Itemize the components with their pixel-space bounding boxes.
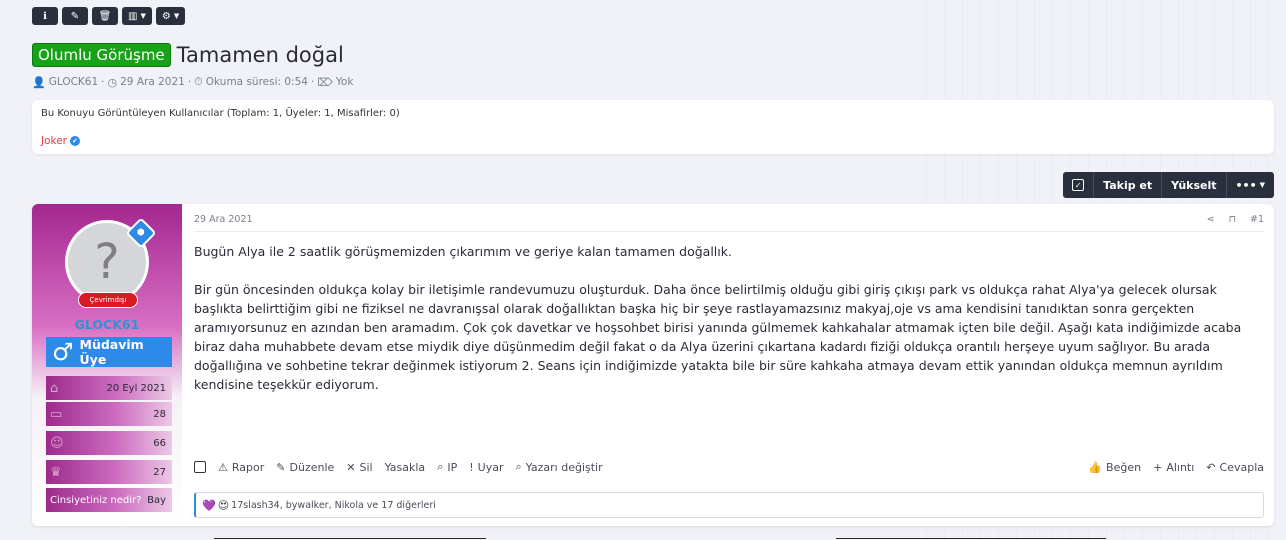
post-date[interactable]: 29 Ara 2021 bbox=[194, 214, 253, 231]
divider bbox=[836, 538, 1106, 539]
edit-button[interactable]: ✎ bbox=[62, 7, 88, 25]
select-checkbox[interactable] bbox=[194, 461, 206, 473]
reactions-bar[interactable]: 💜 😍 17slash34, bywalker, Nikola ve 17 di… bbox=[194, 492, 1264, 518]
stat-points: ♛ 27 bbox=[46, 460, 172, 484]
settings-button[interactable]: ⚙ ▼ bbox=[155, 7, 186, 25]
reply-icon: ↶ bbox=[1206, 460, 1216, 474]
viewers-title: Bu Konuyu Görüntüleyen Kullanıcılar (Top… bbox=[41, 108, 400, 119]
user-rank: Müdavim Üye bbox=[79, 337, 144, 367]
post: ? ⬢ Çevrimdışı GLOCK61 ♂ Müdavim Üye ⌂ 2… bbox=[32, 204, 1274, 526]
bump-button[interactable]: Yükselt bbox=[1162, 172, 1227, 198]
bookmark-icon[interactable]: ⊓ bbox=[1229, 214, 1236, 231]
checkbox-icon: ✓ bbox=[1072, 179, 1085, 191]
pencil-icon: ✎ bbox=[276, 460, 286, 474]
like-button[interactable]: 👍 Beğen bbox=[1088, 461, 1141, 474]
viewer-user[interactable]: Joker ✔ bbox=[41, 135, 1265, 147]
stat-messages: ▭ 28 bbox=[46, 402, 172, 426]
home-icon: ⌂ bbox=[50, 380, 59, 396]
post-paragraph: Bir gün öncesinden oldukça kolay bir ile… bbox=[194, 282, 1242, 392]
quote-button[interactable]: + Alıntı bbox=[1153, 461, 1194, 474]
post-number[interactable]: #1 bbox=[1250, 214, 1264, 231]
close-icon: ✕ bbox=[346, 460, 356, 474]
info-icon: ℹ bbox=[43, 10, 47, 22]
viewer-username[interactable]: Joker bbox=[41, 135, 67, 147]
status-badge: Çevrimdışı bbox=[78, 292, 138, 308]
post-content: 29 Ara 2021 ⋖ ⊓ #1 Bugün Alya ile 2 saat… bbox=[194, 204, 1264, 526]
thread-prefix-badge[interactable]: Olumlu Görüşme bbox=[32, 43, 171, 67]
verified-icon: ✔ bbox=[70, 136, 81, 146]
message-icon: ▭ bbox=[50, 406, 63, 422]
post-body: Bugün Alya ile 2 saatlik görüşmemizden ç… bbox=[194, 242, 1244, 413]
love-reaction-icon: 😍 bbox=[217, 498, 230, 512]
points-icon: ♛ bbox=[50, 464, 62, 480]
gender-label: Cinsiyetiniz nedir? bbox=[50, 494, 142, 506]
heart-reaction-icon: 💜 bbox=[202, 498, 216, 512]
edit-post-button[interactable]: ✎ Düzenle bbox=[276, 461, 334, 474]
post-paragraph: Bugün Alya ile 2 saatlik görüşmemizden ç… bbox=[194, 244, 732, 259]
plus-icon: + bbox=[1153, 460, 1163, 474]
watch-checkbox-button[interactable]: ✓ bbox=[1063, 172, 1095, 198]
post-header: 29 Ara 2021 ⋖ ⊓ #1 bbox=[194, 214, 1264, 232]
read-time: Okuma süresi: 0:54 bbox=[205, 76, 308, 88]
viewers-box: Bu Konuyu Görüntüleyen Kullanıcılar (Top… bbox=[32, 100, 1274, 154]
stat-reactions: ☺ 66 bbox=[46, 431, 172, 455]
search-icon: ⌕ bbox=[515, 460, 522, 473]
exclamation-icon: ! bbox=[469, 460, 474, 474]
more-button[interactable]: ••• ▼ bbox=[1227, 172, 1274, 198]
report-button[interactable]: ⚠ Rapor bbox=[218, 461, 264, 474]
gender-value: Bay bbox=[147, 494, 166, 506]
page-title: Tamamen doğal bbox=[176, 43, 344, 67]
stats-button[interactable]: ▥ ▼ bbox=[122, 7, 152, 25]
chevron-down-icon: ▼ bbox=[1259, 181, 1265, 189]
thread-title-row: Olumlu Görüşme Tamamen doğal bbox=[32, 43, 344, 67]
stat-gender: Cinsiyetiniz nedir? Bay bbox=[46, 488, 172, 512]
gear-icon: ⚙ bbox=[161, 10, 171, 22]
more-icon: ••• bbox=[1235, 178, 1257, 192]
post-username[interactable]: GLOCK61 bbox=[32, 317, 182, 332]
reaction-icon: ☺ bbox=[50, 435, 64, 451]
thread-action-bar: ✓ Takip et Yükselt ••• ▼ bbox=[1063, 172, 1274, 198]
user-icon: 👤 bbox=[32, 75, 46, 89]
ban-button[interactable]: Yasakla bbox=[385, 461, 426, 474]
admin-toolbar: ℹ ✎ 🗑 ▥ ▼ ⚙ ▼ bbox=[32, 7, 186, 25]
stat-joined: ⌂ 20 Eyl 2021 bbox=[46, 376, 172, 400]
follow-button[interactable]: Takip et bbox=[1094, 172, 1163, 198]
reply-button[interactable]: ↶ Cevapla bbox=[1206, 461, 1264, 474]
ip-button[interactable]: ⌕ IP bbox=[437, 460, 457, 474]
edit-icon: ✎ bbox=[70, 10, 80, 22]
info-button[interactable]: ℹ bbox=[32, 7, 58, 25]
warn-button[interactable]: ! Uyar bbox=[469, 461, 503, 474]
thread-author[interactable]: GLOCK61 bbox=[49, 76, 98, 88]
thread-meta: 👤 GLOCK61 · ◷ 29 Ara 2021 · ⏱ Okuma süre… bbox=[32, 75, 354, 89]
user-rank-banner: ♂ Müdavim Üye bbox=[46, 337, 172, 367]
chevron-down-icon: ▼ bbox=[173, 12, 180, 20]
reactions-list: 17slash34, bywalker, Nikola ve 17 diğerl… bbox=[231, 499, 436, 511]
share-icon[interactable]: ⋖ bbox=[1207, 214, 1215, 231]
post-actions: ⚠ Rapor ✎ Düzenle ✕ Sil Yasakla ⌕ IP ! Uyar ⌕… bbox=[194, 460, 1264, 474]
user-panel: ? ⬢ Çevrimdışı GLOCK61 ♂ Müdavim Üye ⌂ 2… bbox=[32, 204, 182, 526]
divider bbox=[214, 538, 486, 539]
change-author-button[interactable]: ⌕ Yazarı değiştir bbox=[516, 460, 603, 474]
thread-tags: Yok bbox=[335, 76, 354, 88]
tag-icon: ⌦ bbox=[317, 75, 333, 89]
chevron-down-icon: ▼ bbox=[140, 12, 146, 20]
chart-icon: ▥ bbox=[128, 10, 138, 22]
delete-post-button[interactable]: ✕ Sil bbox=[346, 461, 372, 474]
search-icon: ⌕ bbox=[437, 460, 444, 473]
warning-icon: ⚠ bbox=[218, 460, 228, 474]
thread-date[interactable]: 29 Ara 2021 bbox=[120, 76, 185, 88]
thumbs-up-icon: 👍 bbox=[1088, 460, 1103, 474]
timer-icon: ⏱ bbox=[194, 75, 203, 88]
male-icon: ♂ bbox=[52, 338, 74, 366]
clock-icon: ◷ bbox=[107, 75, 118, 89]
trash-icon: 🗑 bbox=[98, 10, 112, 22]
delete-button[interactable]: 🗑 bbox=[92, 7, 118, 25]
